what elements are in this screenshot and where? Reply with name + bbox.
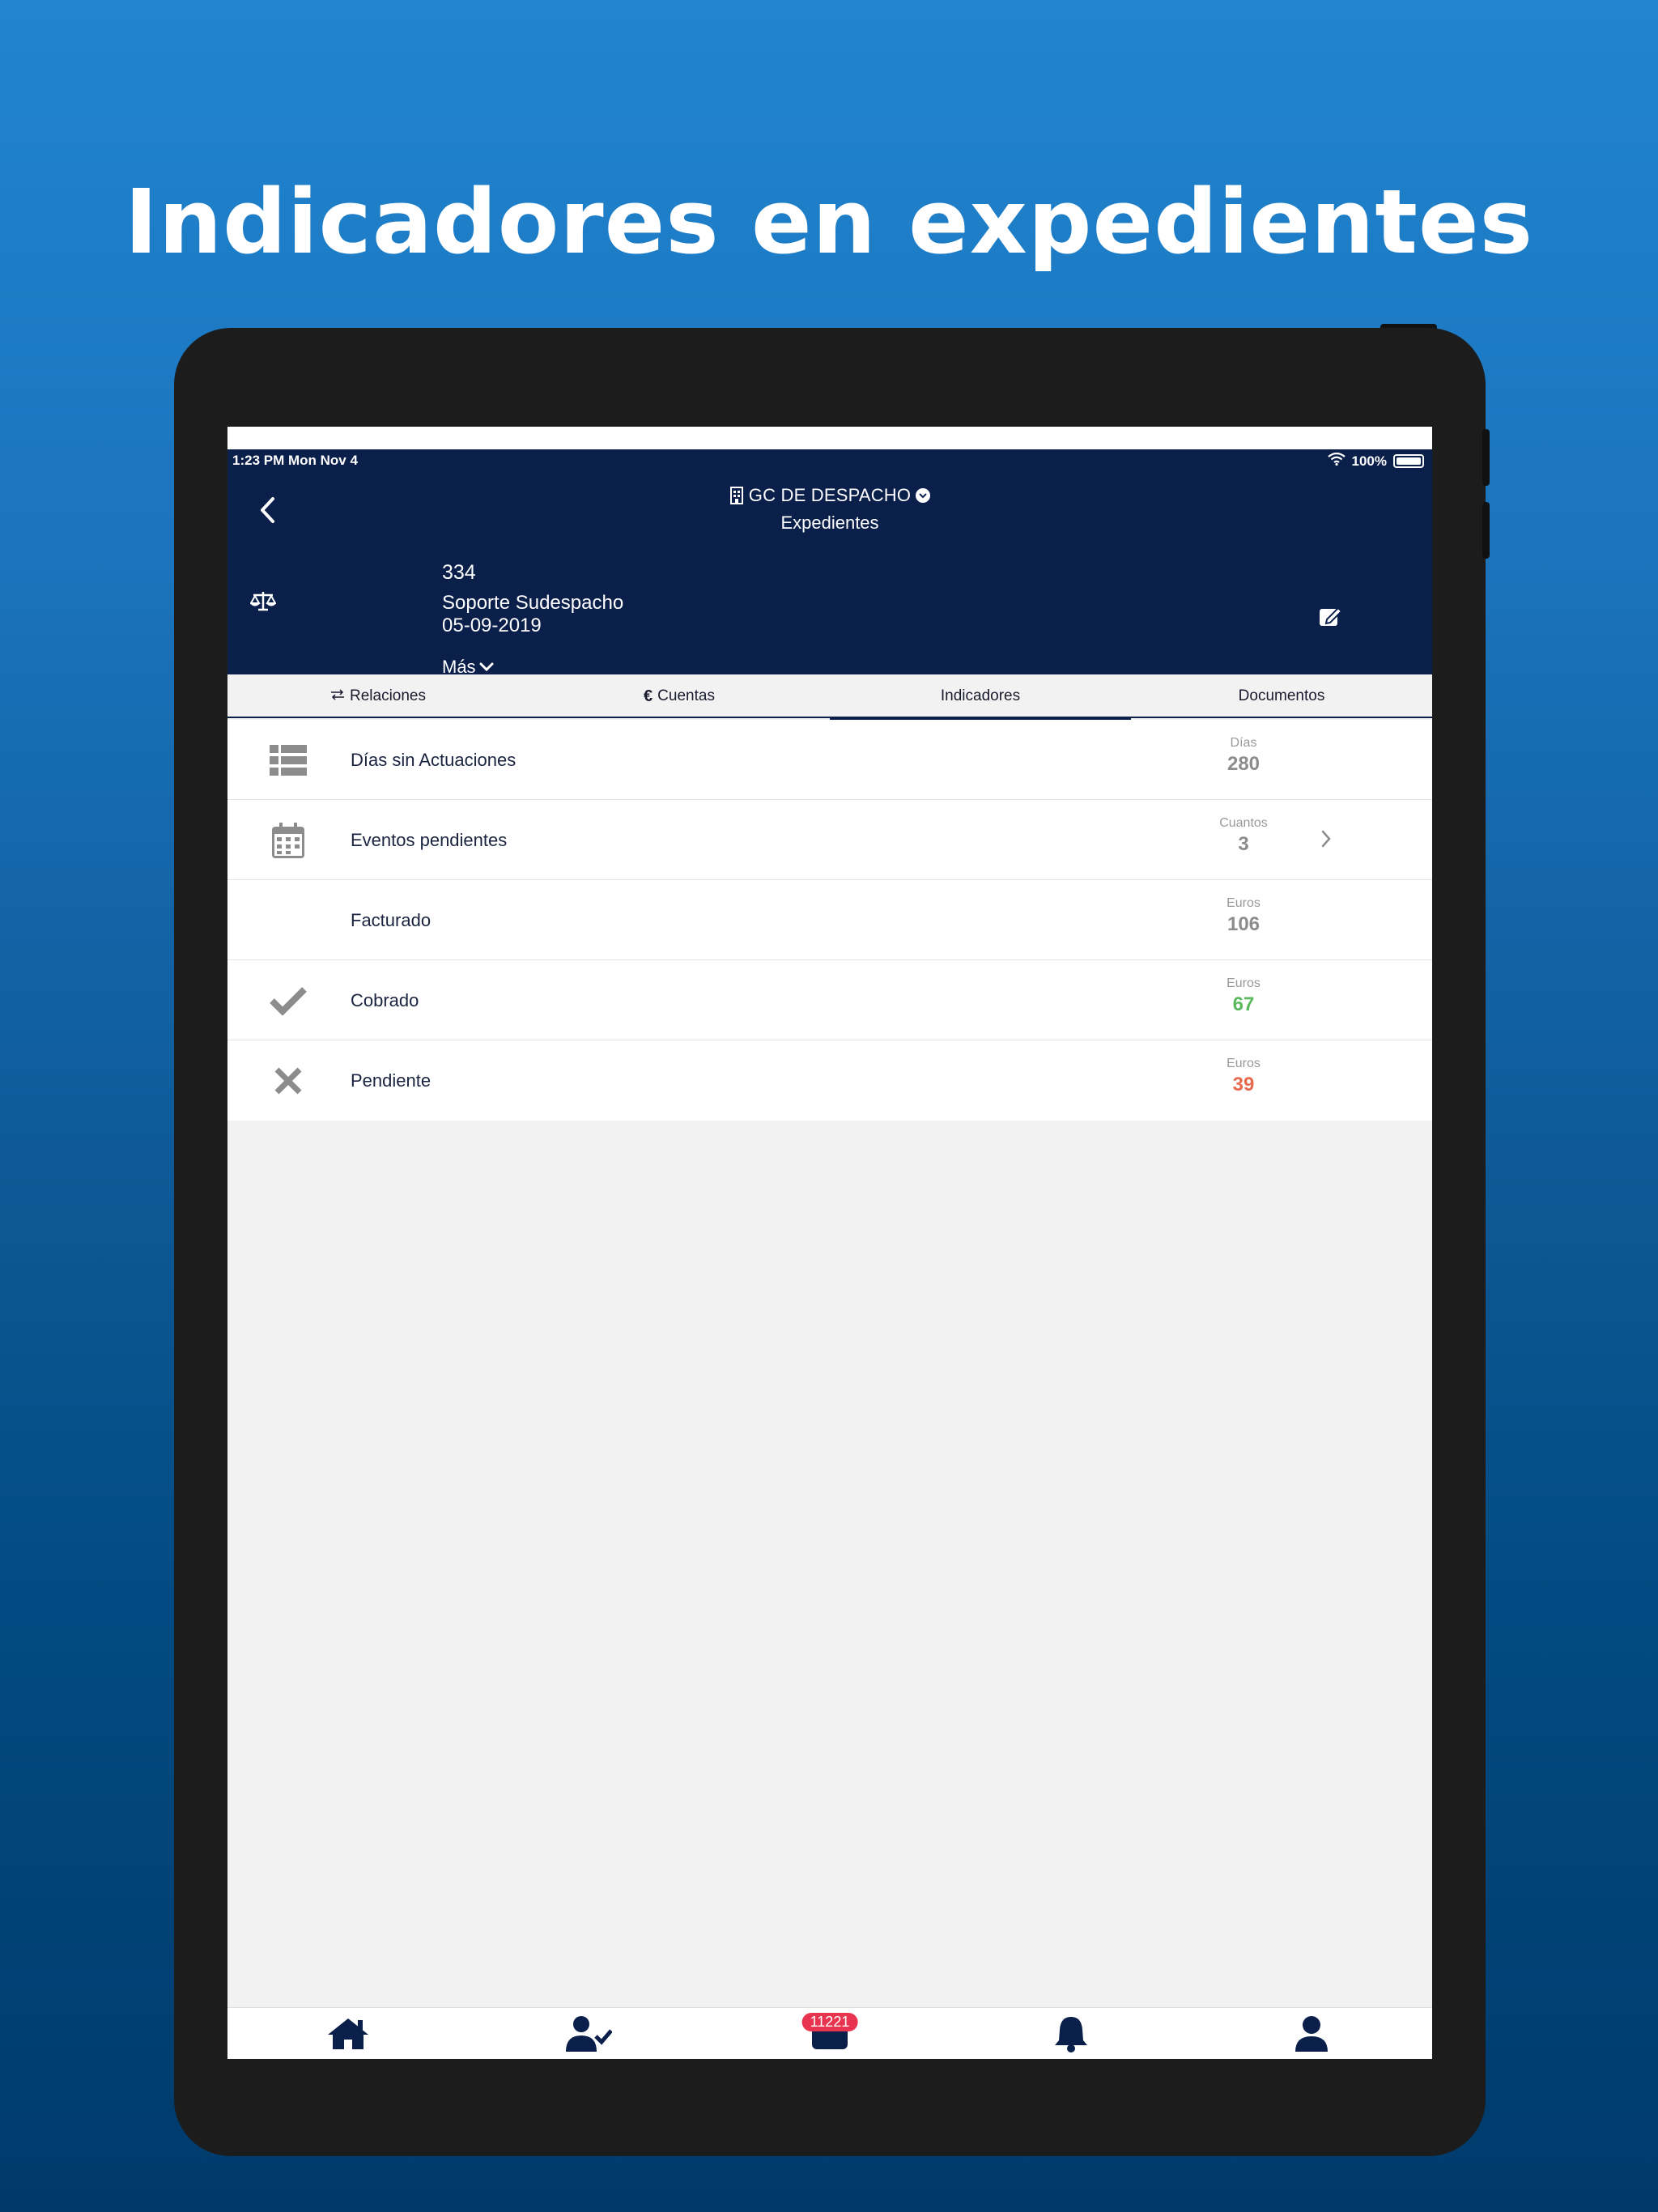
bell-icon — [1054, 2017, 1087, 2052]
indicator-label: Facturado — [351, 910, 432, 930]
file-date: 05-09-2019 — [442, 615, 542, 636]
tab-label: Indicadores — [940, 687, 1021, 704]
arrows-icon — [330, 687, 345, 705]
office-name: GC DE DESPACHO — [748, 485, 912, 505]
tab-relaciones[interactable]: Relaciones — [227, 674, 529, 718]
tabbar-messages[interactable]: 11221 — [709, 2008, 950, 2059]
indicator-unit: Cuantos — [1219, 816, 1268, 830]
headline: Indicadores en expedientes — [124, 170, 1534, 274]
tab-label: Cuentas — [657, 687, 715, 704]
tab-cuentas[interactable]: € Cuentas — [529, 674, 830, 718]
list-item: Facturado Euros 106 — [227, 880, 1432, 960]
tabbar-home[interactable] — [227, 2008, 469, 2059]
file-client: Soporte Sudespacho — [442, 592, 624, 614]
indicator-value: 3 — [1238, 833, 1249, 855]
user-check-icon — [566, 2016, 613, 2052]
file-number: 334 — [442, 561, 476, 584]
list-item: Pendiente Euros 39 — [227, 1040, 1432, 1121]
indicator-value: 280 — [1226, 753, 1261, 775]
device-volume-up — [1482, 429, 1490, 486]
user-icon — [1295, 2016, 1329, 2052]
tabbar-notifications[interactable] — [950, 2008, 1192, 2059]
indicator-value: 67 — [1232, 993, 1255, 1015]
wifi-icon — [1327, 452, 1346, 470]
calendar-icon — [268, 820, 308, 861]
list-item: Cobrado Euros 67 — [227, 960, 1432, 1040]
battery-percent: 100% — [1351, 453, 1387, 469]
top-strip — [227, 427, 1432, 449]
tab-strip: Relaciones € Cuentas Indicadores Documen… — [227, 674, 1432, 720]
tab-indicadores[interactable]: Indicadores — [830, 674, 1131, 720]
indicator-label: Días sin Actuaciones — [351, 750, 517, 770]
status-right: 100% — [1327, 452, 1424, 470]
euro-icon: € — [644, 687, 653, 705]
edit-icon — [1320, 606, 1343, 626]
home-icon — [327, 2018, 368, 2049]
bottom-tab-bar: 11221 — [227, 2007, 1432, 2059]
tab-label: Relaciones — [350, 687, 426, 704]
indicator-unit: Euros — [1226, 976, 1261, 990]
chevron-down-icon — [916, 488, 931, 503]
list-icon — [268, 740, 308, 781]
chevron-down-icon — [479, 662, 494, 672]
app-header: 1:23 PM Mon Nov 4 100% GC DE DESPACHO Ex… — [227, 449, 1432, 677]
indicator-label: Pendiente — [351, 1070, 432, 1091]
list-item[interactable]: Eventos pendientes Cuantos 3 — [227, 800, 1432, 880]
indicator-value: 39 — [1232, 1074, 1255, 1095]
indicator-unit: Días — [1230, 736, 1257, 750]
battery-icon — [1393, 454, 1424, 468]
tabbar-profile[interactable] — [1191, 2008, 1432, 2059]
app-screen: 1:23 PM Mon Nov 4 100% GC DE DESPACHO Ex… — [227, 427, 1432, 2059]
list-item: Días sin Actuaciones Días 280 — [227, 720, 1432, 800]
chevron-right-icon[interactable] — [1320, 829, 1332, 853]
check-icon — [268, 981, 308, 1021]
tab-label: Documentos — [1238, 687, 1325, 704]
indicator-label: Eventos pendientes — [351, 830, 508, 850]
tab-documentos[interactable]: Documentos — [1131, 674, 1432, 718]
indicator-unit: Euros — [1226, 896, 1261, 910]
indicator-label: Cobrado — [351, 990, 419, 1010]
x-icon — [268, 1061, 308, 1101]
indicators-list: Días sin Actuaciones Días 280 Eventos pe… — [227, 720, 1432, 1121]
scale-icon — [249, 590, 277, 617]
indicator-unit: Euros — [1226, 1057, 1261, 1070]
device-volume-down — [1482, 502, 1490, 559]
building-icon — [729, 487, 743, 504]
status-time: 1:23 PM Mon Nov 4 — [232, 453, 358, 468]
office-selector[interactable]: GC DE DESPACHO — [227, 485, 1432, 506]
edit-button[interactable] — [1319, 605, 1343, 632]
tabbar-contacts[interactable] — [469, 2008, 710, 2059]
indicator-value: 106 — [1226, 913, 1261, 935]
messages-badge: 11221 — [801, 2013, 858, 2031]
section-title: Expedientes — [780, 513, 879, 533]
